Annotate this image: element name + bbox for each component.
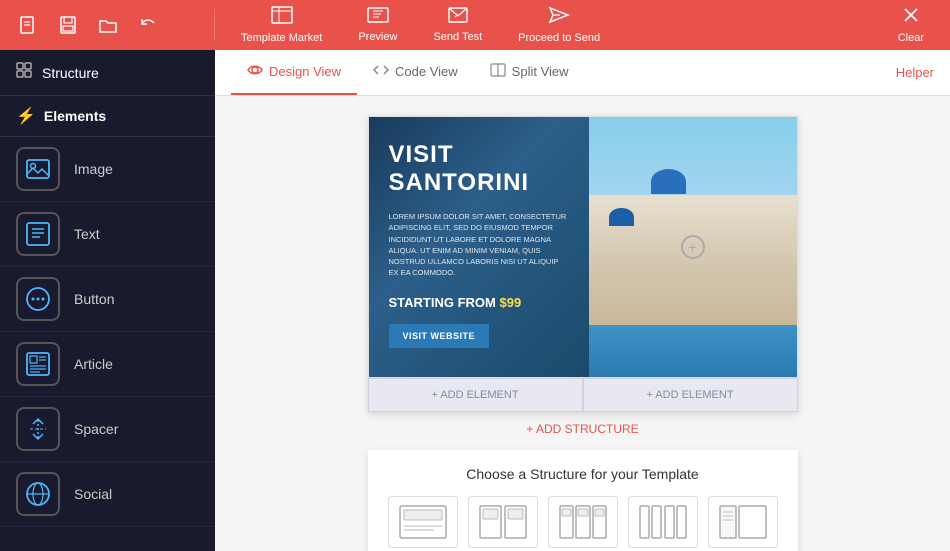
social-label: Social xyxy=(74,486,112,502)
bolt-icon: ⚡ xyxy=(16,106,36,126)
structure-options xyxy=(388,496,778,548)
template-right-column: + xyxy=(589,117,797,377)
article-element[interactable]: Article xyxy=(0,332,215,397)
design-view-icon xyxy=(247,63,263,80)
split-view-icon xyxy=(490,63,506,80)
structure-chooser-title: Choose a Structure for your Template xyxy=(388,466,778,482)
proceed-to-send-button[interactable]: Proceed to Send xyxy=(502,2,616,48)
template-body-text: LOREM IPSUM DOLOR SIT AMET, CONSECTETUR … xyxy=(389,211,569,279)
social-element-icon xyxy=(16,472,60,516)
clear-icon xyxy=(902,6,920,29)
spacer-label: Spacer xyxy=(74,421,118,437)
article-label: Article xyxy=(74,356,113,372)
blue-dome-2 xyxy=(609,208,634,226)
structure-label: Structure xyxy=(42,65,99,81)
template-market-label: Template Market xyxy=(241,32,322,44)
elements-label: Elements xyxy=(44,108,106,124)
preview-label: Preview xyxy=(358,31,397,43)
proceed-to-send-label: Proceed to Send xyxy=(518,32,600,44)
template-price: STARTING FROM $99 xyxy=(389,295,569,310)
add-element-right-button[interactable]: + ADD ELEMENT xyxy=(583,378,798,412)
undo-button[interactable] xyxy=(132,9,164,41)
add-structure-button[interactable]: + ADD STRUCTURE xyxy=(516,412,648,446)
canvas-area: VISIT SANTORINI LOREM IPSUM DOLOR SIT AM… xyxy=(215,96,950,551)
structure-chooser: Choose a Structure for your Template xyxy=(368,450,798,551)
template-content-row: VISIT SANTORINI LOREM IPSUM DOLOR SIT AM… xyxy=(368,116,798,378)
structure-1col[interactable] xyxy=(388,496,458,548)
text-element-icon xyxy=(16,212,60,256)
main-layout: Structure ⚡ Elements Image xyxy=(0,50,950,551)
structure-3col[interactable] xyxy=(548,496,618,548)
add-element-plus-circle[interactable]: + xyxy=(681,235,705,259)
preview-icon xyxy=(367,7,389,28)
add-element-left-button[interactable]: + ADD ELEMENT xyxy=(368,378,583,412)
split-view-label: Split View xyxy=(512,64,569,79)
content-area: Design View Code View Sp xyxy=(215,50,950,551)
clear-label: Clear xyxy=(898,32,924,44)
text-label: Text xyxy=(74,226,100,242)
add-element-row: + ADD ELEMENT + ADD ELEMENT xyxy=(368,378,798,412)
blue-dome xyxy=(651,169,686,194)
send-test-icon xyxy=(448,7,468,28)
split-view-tab[interactable]: Split View xyxy=(474,50,585,95)
button-element-icon xyxy=(16,277,60,321)
santorini-image: + xyxy=(589,117,797,377)
proceed-send-icon xyxy=(548,6,570,29)
spacer-element[interactable]: Spacer xyxy=(0,397,215,462)
structure-2col[interactable] xyxy=(468,496,538,548)
button-element[interactable]: Button xyxy=(0,267,215,332)
template-headline: VISIT SANTORINI xyxy=(389,141,569,197)
top-toolbar: Template Market Preview Send Test xyxy=(0,0,950,50)
helper-link[interactable]: Helper xyxy=(896,65,934,80)
new-document-button[interactable] xyxy=(12,9,44,41)
design-view-label: Design View xyxy=(269,64,341,79)
template-market-icon xyxy=(271,6,293,29)
send-test-label: Send Test xyxy=(433,31,482,43)
template-market-button[interactable]: Template Market xyxy=(225,2,338,48)
text-element[interactable]: Text xyxy=(0,202,215,267)
email-template: VISIT SANTORINI LOREM IPSUM DOLOR SIT AM… xyxy=(368,116,798,412)
button-label: Button xyxy=(74,291,114,307)
structure-4col[interactable] xyxy=(628,496,698,548)
spacer-element-icon xyxy=(16,407,60,451)
image-element-icon xyxy=(16,147,60,191)
structure-sidebar-left[interactable] xyxy=(708,496,778,548)
article-element-icon xyxy=(16,342,60,386)
toolbar-left xyxy=(0,9,215,41)
view-tabs-bar: Design View Code View Sp xyxy=(215,50,950,96)
image-element[interactable]: Image xyxy=(0,137,215,202)
template-left-column: VISIT SANTORINI LOREM IPSUM DOLOR SIT AM… xyxy=(369,117,589,377)
send-test-button[interactable]: Send Test xyxy=(417,3,498,47)
code-view-icon xyxy=(373,63,389,80)
design-view-tab[interactable]: Design View xyxy=(231,50,357,95)
social-element[interactable]: Social xyxy=(0,462,215,527)
left-sidebar: Structure ⚡ Elements Image xyxy=(0,50,215,551)
clear-button[interactable]: Clear xyxy=(882,2,940,48)
image-label: Image xyxy=(74,161,113,177)
preview-button[interactable]: Preview xyxy=(342,3,413,47)
code-view-label: Code View xyxy=(395,64,458,79)
visit-website-button[interactable]: VISIT WEBSITE xyxy=(389,324,490,348)
sidebar-structure-section[interactable]: Structure xyxy=(0,50,215,96)
save-button[interactable] xyxy=(52,9,84,41)
toolbar-right: Template Market Preview Send Test xyxy=(215,2,950,48)
open-folder-button[interactable] xyxy=(92,9,124,41)
code-view-tab[interactable]: Code View xyxy=(357,50,474,95)
elements-header: ⚡ Elements xyxy=(0,96,215,137)
structure-icon xyxy=(16,62,32,83)
